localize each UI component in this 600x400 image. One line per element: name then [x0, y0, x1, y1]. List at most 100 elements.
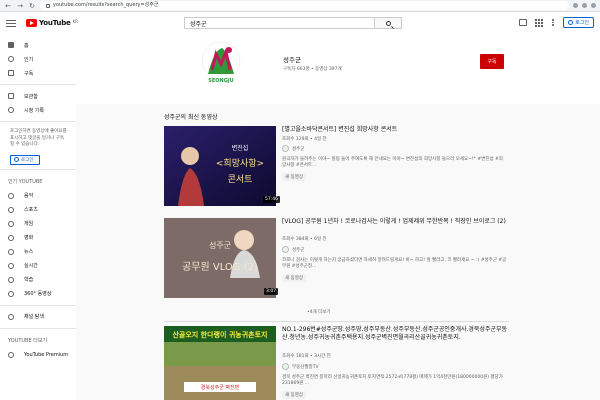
- subscribe-button[interactable]: 구독: [480, 54, 504, 69]
- search-icon: [385, 20, 391, 26]
- browser-menu-icon[interactable]: [591, 3, 596, 8]
- sidebar-item-movies[interactable]: 영화: [0, 231, 76, 245]
- search-button[interactable]: [374, 17, 402, 29]
- video-channel-name: 성주군: [292, 146, 305, 152]
- video-meta: 조회수 181회 • 3시간 전: [282, 354, 331, 359]
- header-login-label: 로그인: [575, 20, 589, 26]
- video-result[interactable]: 변진섭 <희망사항> 콘서트 57:46 [별고을소바닥콘서트] 변진섭 희망사…: [164, 126, 509, 208]
- user-icon: [14, 157, 19, 162]
- sidebar-item-label: 음악: [24, 193, 34, 199]
- video-result[interactable]: 성주군 공무원 VLOG (2) 3:07 [VLOG] 공무원 1년차 ! 코…: [164, 218, 509, 300]
- login-message: 로그인하면 동영상에 좋아요를 표시하고 댓글을 달거나 구독할 수 있습니다.: [10, 129, 67, 147]
- back-icon[interactable]: ←: [4, 2, 12, 10]
- logo-text: YouTube: [39, 19, 71, 27]
- section-title: 성주군의 최신 동영상: [164, 114, 218, 121]
- sidebar-divider: [0, 121, 76, 122]
- sidebar-item-360[interactable]: 360° 동영상: [0, 287, 76, 301]
- section-heading-more: YOUTUBE 더보기: [8, 337, 48, 344]
- video-channel[interactable]: 성주군: [282, 246, 304, 253]
- header-login-button[interactable]: 로그인: [563, 17, 594, 28]
- video-thumbnail[interactable]: 성주군 공무원 VLOG (2): [164, 218, 276, 298]
- learning-icon: [8, 276, 14, 283]
- sidebar-item-browse-channels[interactable]: 채널 탐색: [0, 310, 76, 324]
- video-channel-name: 부동산월말TV: [292, 364, 319, 370]
- channel-logo[interactable]: SEONGJU: [200, 40, 242, 86]
- video-title[interactable]: [별고을소바닥콘서트] 변진섭 희망사항 콘서트: [282, 126, 509, 134]
- thumb-text: 성주군: [209, 241, 231, 250]
- video-title[interactable]: NO.1-296번#성주군땅.성주땅.성주부동산.성주부동산.성주군공인중개사.…: [282, 326, 509, 342]
- sidebar-item-library[interactable]: 보관함: [0, 89, 76, 103]
- logo-lettering: SEONGJU: [208, 78, 233, 84]
- section-divider: [164, 321, 509, 322]
- sidebar-item-gaming[interactable]: 게임: [0, 217, 76, 231]
- sidebar-item-label: 학습: [24, 277, 34, 283]
- profile-icon[interactable]: [582, 3, 587, 8]
- video-title[interactable]: [VLOG] 공무원 1년차 ! 코로나검사는 이렇게 ! 업제제위 무한반복 …: [282, 218, 509, 226]
- sidebar-item-label: 360° 동영상: [24, 291, 52, 297]
- sidebar-item-home[interactable]: 홈: [0, 38, 76, 52]
- sidebar-item-sports[interactable]: 스포츠: [0, 203, 76, 217]
- youtube-play-icon: [26, 19, 37, 27]
- new-badge: 새 동영상: [282, 173, 306, 181]
- sidebar-login-button[interactable]: 로그인: [10, 154, 40, 165]
- sidebar-item-label: 영화: [24, 235, 34, 241]
- sidebar: 홈 인기 구독 보관함 시청 기록 로그인하면 동영상에 좋아요를 표시하고 댓…: [0, 34, 76, 400]
- sidebar-item-history[interactable]: 시청 기록: [0, 103, 76, 117]
- sidebar-item-label: 홈: [24, 42, 29, 49]
- settings-icon[interactable]: [551, 19, 555, 26]
- sidebar-item-label: YouTube Premium: [24, 351, 69, 358]
- sidebar-item-label: 채널 탐색: [24, 314, 44, 320]
- subscriptions-icon: [8, 70, 14, 76]
- logo-country: KR: [72, 18, 78, 24]
- video-description: 경북 성주군 벽진면 봉학리 산골귀농귀촌토지 토지면적 2572㎡(778평)…: [282, 375, 503, 386]
- home-icon: [8, 42, 14, 48]
- lock-icon: [46, 3, 50, 8]
- youtube-logo[interactable]: YouTube KR: [26, 19, 78, 27]
- thumb-text: 콘서트: [228, 174, 253, 185]
- search-input[interactable]: [184, 17, 374, 29]
- show-more-link[interactable]: •4개 더보기: [307, 309, 331, 315]
- sidebar-item-trending[interactable]: 인기: [0, 52, 76, 66]
- sidebar-item-learning[interactable]: 학습: [0, 273, 76, 287]
- channel-avatar: [282, 246, 289, 253]
- video-channel[interactable]: 부동산월말TV: [282, 363, 319, 370]
- youtube-header: YouTube KR 로그인: [0, 12, 600, 34]
- reload-icon[interactable]: ↻: [28, 2, 36, 10]
- url-text: youtube.com/results?search_query=성주군: [53, 2, 159, 8]
- video-result[interactable]: 산골오지 한다랭이 귀농귀촌토지 경북성주군 벽진면 NO.1-296번#성주군…: [164, 326, 509, 400]
- sidebar-divider: [0, 304, 76, 306]
- sidebar-item-premium[interactable]: YouTube Premium: [0, 348, 76, 362]
- create-video-icon[interactable]: [519, 19, 528, 26]
- video-duration: 57:46: [263, 196, 280, 203]
- sidebar-item-label: 뉴스: [24, 249, 34, 255]
- user-icon: [568, 20, 574, 25]
- sidebar-item-subscriptions[interactable]: 구독: [0, 66, 76, 80]
- sidebar-divider: [0, 168, 76, 170]
- game-icon: [8, 220, 14, 227]
- add-circle-icon: [8, 313, 14, 320]
- 360-icon: [8, 290, 14, 297]
- apps-icon[interactable]: [535, 19, 544, 27]
- video-thumbnail[interactable]: 변진섭 <희망사항> 콘서트: [164, 126, 276, 206]
- forward-icon[interactable]: →: [16, 2, 24, 10]
- video-channel-name: 성주군: [292, 247, 305, 253]
- sidebar-item-music[interactable]: 음악: [0, 189, 76, 203]
- address-bar[interactable]: youtube.com/results?search_query=성주군: [40, 1, 569, 10]
- sidebar-item-live[interactable]: 실시간: [0, 259, 76, 273]
- library-icon: [8, 93, 14, 99]
- extension-icon[interactable]: [573, 3, 578, 8]
- channel-avatar: [282, 363, 289, 370]
- new-badge: 새 동영상: [282, 391, 306, 399]
- video-meta: 조회수 384회 • 6일 전: [282, 237, 327, 242]
- thumb-text: 경북성주군 벽진면: [201, 384, 240, 391]
- sidebar-item-news[interactable]: 뉴스: [0, 245, 76, 259]
- sidebar-login-label: 로그인: [21, 157, 34, 163]
- sidebar-divider: [0, 327, 76, 329]
- menu-icon[interactable]: [6, 19, 16, 27]
- video-channel[interactable]: 성주군: [282, 145, 304, 152]
- browser-toolbar: ← → ↻ youtube.com/results?search_query=성…: [0, 0, 600, 12]
- video-thumbnail[interactable]: 산골오지 한다랭이 귀농귀촌토지 경북성주군 벽진면: [164, 326, 276, 400]
- channel-name[interactable]: 성주군: [283, 54, 301, 64]
- premium-icon: [8, 351, 14, 358]
- sidebar-item-label: 스포츠: [24, 207, 38, 213]
